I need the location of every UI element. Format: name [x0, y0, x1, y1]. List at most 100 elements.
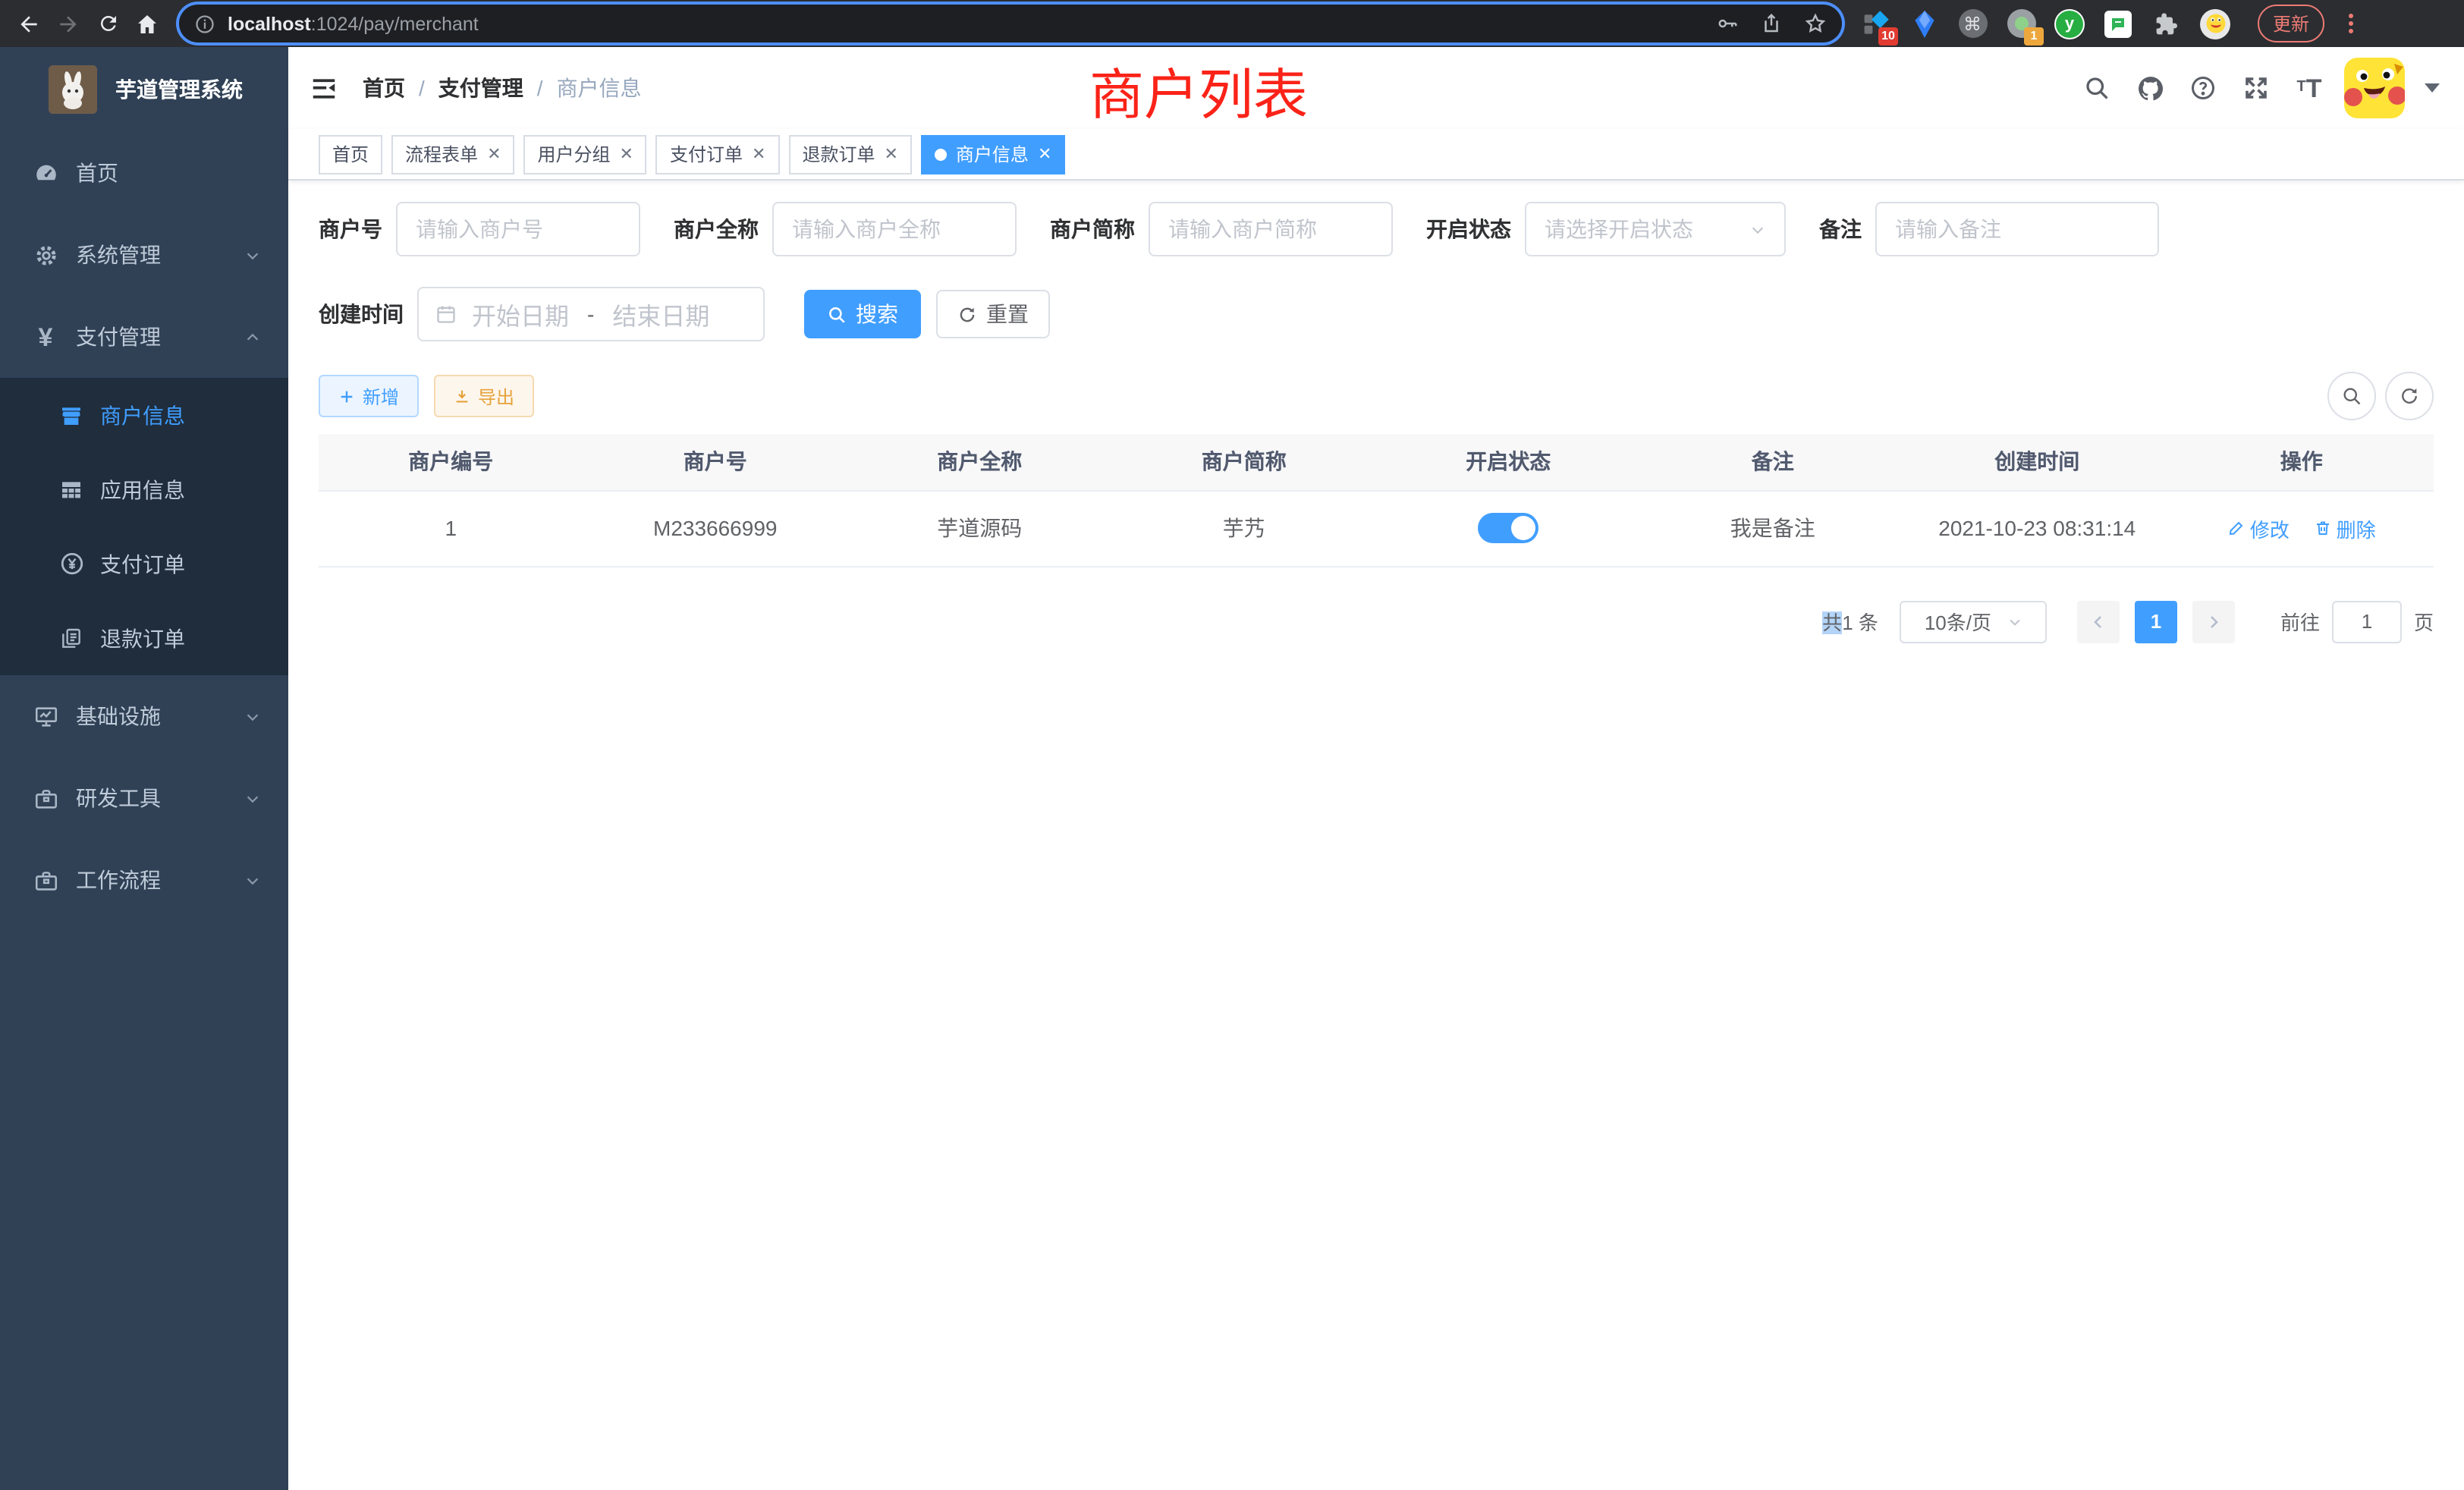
user-avatar[interactable] — [2344, 58, 2405, 118]
bookmark-star-icon[interactable] — [1804, 12, 1827, 35]
remark-input[interactable]: 请输入备注 — [1875, 202, 2159, 256]
github-icon[interactable] — [2132, 70, 2168, 106]
sidebar-fold-icon[interactable] — [310, 74, 338, 102]
short-name-input[interactable]: 请输入商户简称 — [1149, 202, 1393, 256]
tag-label: 退款订单 — [802, 141, 875, 167]
browser-back-button[interactable] — [9, 4, 49, 43]
create-time-range-picker[interactable]: 开始日期 - 结束日期 — [417, 287, 765, 341]
edit-link[interactable]: 修改 — [2227, 514, 2290, 542]
fullscreen-icon[interactable] — [2238, 70, 2274, 106]
sidebar-item-pay-order[interactable]: 支付订单 — [0, 527, 288, 601]
address-bar[interactable]: localhost:1024/pay/merchant — [179, 5, 1842, 42]
total-prefix: 共 — [1822, 611, 1842, 634]
reset-button[interactable]: 重置 — [936, 290, 1050, 338]
grid-icon — [58, 477, 85, 501]
chevron-down-icon — [244, 247, 261, 263]
sidebar-item-workflow[interactable]: 工作流程 — [0, 839, 288, 921]
gear-icon — [32, 242, 59, 268]
export-button[interactable]: 导出 — [434, 375, 534, 417]
browser-forward-button[interactable] — [49, 4, 88, 43]
documents-icon — [58, 626, 85, 650]
full-name-input[interactable]: 请输入商户全称 — [772, 202, 1017, 256]
tag-process-form[interactable]: 流程表单✕ — [391, 134, 514, 174]
tag-home[interactable]: 首页 — [319, 134, 382, 174]
puzzle-extensions-icon[interactable] — [2151, 8, 2182, 39]
help-icon[interactable] — [2185, 70, 2221, 106]
extensions-area: 10 ⌘ 1 y — [1860, 5, 2353, 42]
chat-extension-icon[interactable] — [2103, 8, 2133, 39]
tag-pay-order[interactable]: 支付订单✕ — [656, 134, 779, 174]
calendar-icon — [435, 303, 457, 325]
col-remark: 备注 — [1641, 434, 1906, 490]
yen-circle-icon — [58, 551, 85, 577]
sidebar: 芋道管理系统 首页 系统管理 ¥ 支付管理 — [0, 47, 288, 1490]
placeholder: 请输入商户号 — [416, 214, 543, 244]
tag-close-icon[interactable]: ✕ — [1038, 144, 1051, 164]
delete-link-label: 删除 — [2337, 514, 2376, 542]
tag-merchant-info[interactable]: 商户信息✕ — [921, 134, 1065, 174]
command-extension-icon[interactable]: ⌘ — [1957, 8, 1988, 39]
cell-status — [1376, 490, 1641, 566]
browser-refresh-button[interactable] — [88, 4, 127, 43]
tag-close-icon[interactable]: ✕ — [752, 144, 765, 164]
sidebar-item-merchant-info[interactable]: 商户信息 — [0, 378, 288, 452]
merchant-table: 商户编号 商户号 商户全称 商户简称 开启状态 备注 创建时间 操作 1 — [319, 434, 2434, 567]
green-y-extension-icon[interactable]: y — [2054, 8, 2085, 39]
sidebar-item-refund-order[interactable]: 退款订单 — [0, 601, 288, 675]
proxy-extension-icon[interactable]: 1 — [2006, 8, 2036, 39]
sidebar-item-pay[interactable]: ¥ 支付管理 — [0, 296, 288, 378]
breadcrumb-pay[interactable]: 支付管理 — [438, 73, 523, 103]
share-icon[interactable] — [1760, 12, 1783, 35]
sidebar-item-system[interactable]: 系统管理 — [0, 214, 288, 296]
page-number-1[interactable]: 1 — [2135, 600, 2177, 643]
password-key-icon[interactable] — [1716, 12, 1739, 35]
search-button[interactable]: 搜索 — [804, 290, 921, 338]
emoji-avatar-icon[interactable] — [2200, 8, 2230, 39]
placeholder: 请输入商户简称 — [1168, 214, 1317, 244]
red-annotation-text: 商户列表 — [1089, 52, 1308, 130]
goto-page-input[interactable]: 1 — [2332, 600, 2402, 643]
avatar-caret-icon[interactable] — [2425, 83, 2440, 93]
tampermonkey-extension-icon[interactable]: 10 — [1860, 8, 1890, 39]
sidebar-item-infra[interactable]: 基础设施 — [0, 675, 288, 757]
browser-home-button[interactable] — [127, 4, 167, 43]
tag-refund-order[interactable]: 退款订单 ✕ — [788, 134, 911, 174]
sidebar-item-label: 商户信息 — [100, 400, 185, 430]
status-toggle[interactable] — [1478, 513, 1538, 543]
tag-close-icon[interactable]: ✕ — [487, 144, 501, 164]
show-search-toggle-button[interactable] — [2327, 372, 2376, 420]
date-separator: - — [587, 302, 594, 326]
font-size-icon[interactable]: TT — [2291, 70, 2327, 106]
site-info-icon[interactable] — [194, 13, 215, 34]
status-select[interactable]: 请选择开启状态 — [1525, 202, 1786, 256]
gem-extension-icon[interactable] — [1909, 8, 1939, 39]
prev-page-button[interactable] — [2077, 600, 2120, 643]
merchant-no-input[interactable]: 请输入商户号 — [396, 202, 640, 256]
filter-label-short-name: 商户简称 — [1050, 214, 1135, 244]
next-page-button[interactable] — [2192, 600, 2235, 643]
browser-update-button[interactable]: 更新 — [2258, 5, 2324, 42]
tag-close-icon[interactable]: ✕ — [884, 144, 897, 164]
browser-menu-icon[interactable] — [2349, 14, 2353, 33]
sidebar-item-home[interactable]: 首页 — [0, 132, 288, 214]
refresh-table-button[interactable] — [2385, 372, 2434, 420]
col-actions: 操作 — [2170, 434, 2434, 490]
tag-user-group[interactable]: 用户分组✕ — [524, 134, 647, 174]
sidebar-item-app-info[interactable]: 应用信息 — [0, 452, 288, 527]
breadcrumb-home[interactable]: 首页 — [363, 73, 405, 103]
chevron-down-icon — [244, 708, 261, 725]
delete-link[interactable]: 删除 — [2314, 514, 2376, 542]
sidebar-item-label: 应用信息 — [100, 474, 185, 505]
page-size-select[interactable]: 10条/页 — [1900, 600, 2047, 643]
app-logo-row[interactable]: 芋道管理系统 — [0, 47, 288, 132]
total-count: 1 — [1842, 611, 1853, 634]
filter-label-full-name: 商户全称 — [674, 214, 759, 244]
sidebar-item-dev-tools[interactable]: 研发工具 — [0, 757, 288, 839]
url-text: localhost:1024/pay/merchant — [228, 13, 479, 34]
tag-close-icon[interactable]: ✕ — [620, 144, 633, 164]
add-button[interactable]: 新增 — [319, 375, 419, 417]
header-search-icon[interactable] — [2079, 70, 2115, 106]
reset-button-label: 重置 — [986, 299, 1029, 329]
sidebar-item-label: 系统管理 — [76, 240, 161, 270]
extension-badge: 10 — [1878, 27, 1898, 45]
